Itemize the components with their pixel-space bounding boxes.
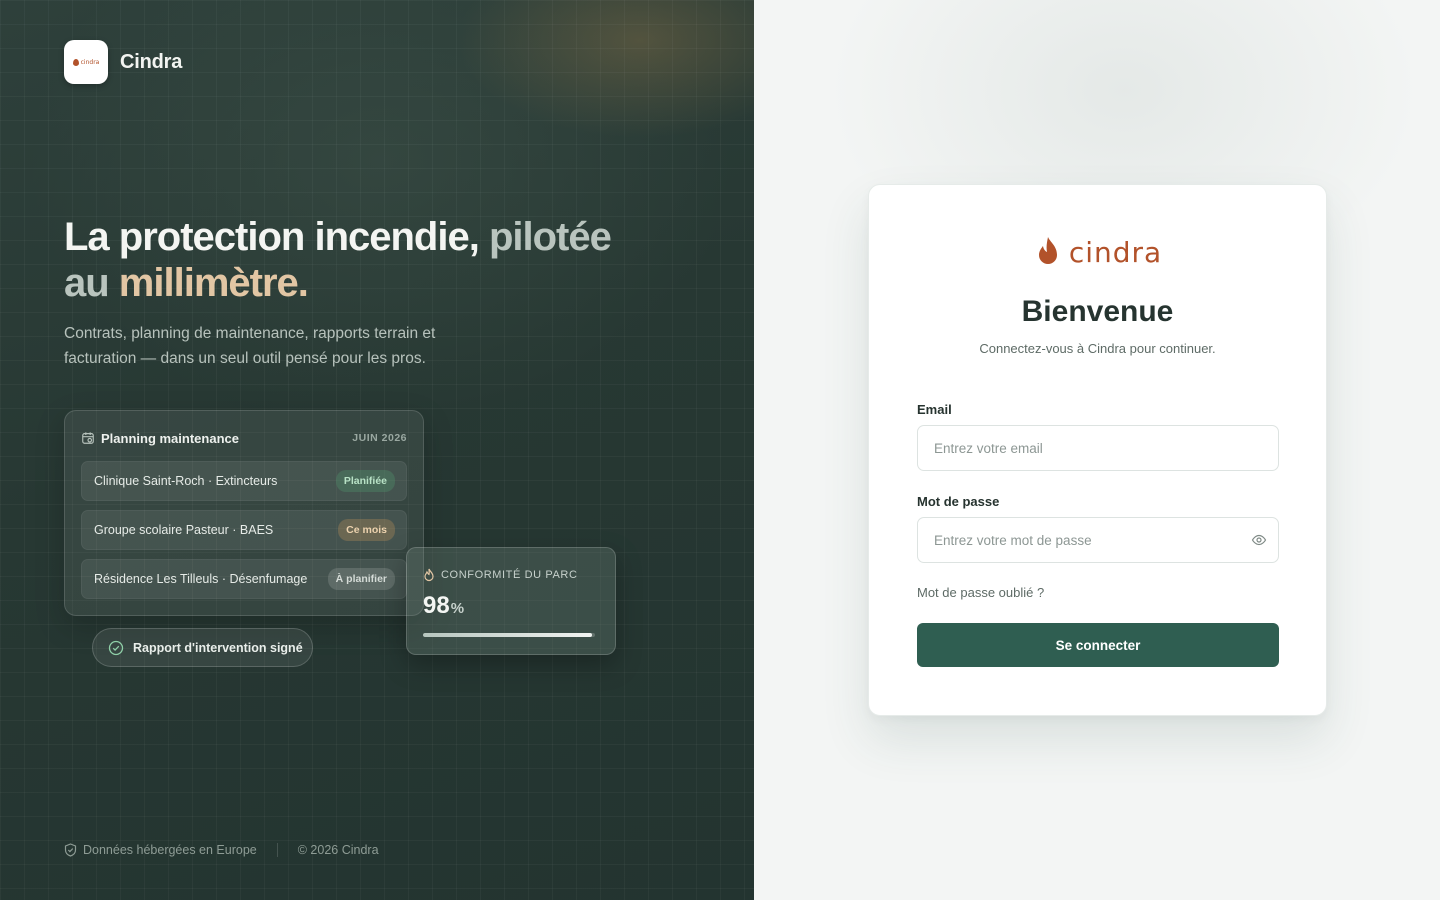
conformity-label-row: CONFORMITÉ DU PARC	[423, 568, 577, 582]
conformity-value-row: 98%	[423, 592, 464, 620]
conformity-card: CONFORMITÉ DU PARC 98%	[406, 547, 616, 655]
planning-date: JUIN 2026	[352, 432, 407, 444]
planning-title: Planning maintenance	[101, 430, 239, 446]
check-circle-icon	[108, 640, 124, 655]
planning-row: Résidence Les Tilleuls · Désenfumage À p…	[81, 559, 407, 599]
shield-icon	[64, 843, 77, 857]
planning-header: Planning maintenance JUIN 2026	[81, 429, 407, 447]
status-badge: Ce mois	[338, 519, 395, 541]
planning-row-label: Résidence Les Tilleuls · Désenfumage	[94, 572, 308, 586]
planning-card: Planning maintenance JUIN 2026 Clinique …	[64, 410, 424, 616]
brand-name: Cindra	[120, 50, 183, 73]
signed-report-label: Rapport d'intervention signé	[133, 640, 303, 655]
email-field[interactable]	[917, 425, 1279, 471]
login-card: cindra Bienvenue Connectez-vous à Cindra…	[868, 184, 1327, 716]
hero-title: La protection incendie, pilotée au milli…	[64, 214, 684, 306]
planning-row-label: Groupe scolaire Pasteur · BAES	[94, 523, 274, 537]
marketing-panel: cindra Cindra La protection incendie, pi…	[0, 0, 754, 900]
hero-subtitle: Contrats, planning de maintenance, rappo…	[64, 325, 436, 367]
login-subtitle: Connectez-vous à Cindra pour continuer.	[979, 341, 1216, 356]
hero-title-part3: au	[64, 261, 110, 305]
conformity-value: 98	[423, 592, 450, 619]
brand-logo: cindra	[64, 40, 108, 84]
hero-title-part2: pilotée	[478, 215, 612, 259]
planning-row-label: Clinique Saint-Roch · Extincteurs	[94, 474, 278, 488]
hero-title-part4: millimètre.	[108, 261, 309, 305]
planning-row: Groupe scolaire Pasteur · BAES Ce mois	[81, 510, 407, 550]
footer-copyright: © 2026 Cindra	[297, 843, 379, 857]
email-label: Email	[917, 402, 952, 417]
brand: cindra Cindra	[64, 40, 182, 84]
brand-logo-text: cindra	[80, 58, 100, 66]
conformity-progress-bar	[423, 633, 595, 637]
login-title: Bienvenue	[1021, 295, 1174, 328]
login-panel: cindra Bienvenue Connectez-vous à Cindra…	[754, 0, 1440, 900]
login-button[interactable]: Se connecter	[917, 623, 1279, 667]
conformity-unit: %	[450, 600, 465, 617]
calendar-icon	[82, 432, 94, 444]
status-badge: Planifiée	[335, 470, 395, 492]
status-badge: À planifier	[327, 568, 395, 590]
footer-hosting: Données hébergées en Europe	[64, 843, 257, 857]
flame-icon	[72, 58, 79, 66]
footer-hosting-label: Données hébergées en Europe	[83, 843, 257, 857]
password-label: Mot de passe	[917, 494, 1000, 509]
planning-row: Clinique Saint-Roch · Extincteurs Planif…	[81, 461, 407, 501]
login-logo-text: cindra	[1068, 235, 1163, 269]
password-field[interactable]	[917, 517, 1279, 563]
flame-icon	[1038, 237, 1057, 264]
forgot-password-link[interactable]: Mot de passe oublié ?	[917, 585, 1044, 600]
conformity-label: CONFORMITÉ DU PARC	[441, 569, 578, 581]
eye-icon[interactable]	[1251, 532, 1267, 548]
footer-divider	[276, 843, 278, 857]
hero-title-part1: La protection incendie,	[64, 215, 480, 259]
signed-report-pill: Rapport d'intervention signé	[92, 628, 313, 667]
flame-icon	[424, 568, 434, 582]
login-logo: cindra	[869, 235, 1326, 269]
footer: Données hébergées en Europe © 2026 Cindr…	[64, 843, 379, 857]
conformity-progress-fill	[423, 633, 592, 637]
